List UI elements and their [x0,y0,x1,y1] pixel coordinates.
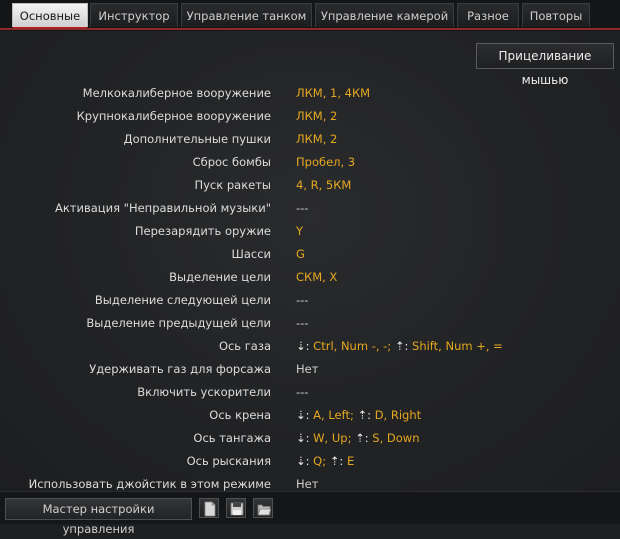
binding-label: Выделение цели [169,270,271,284]
axis-increase-icon: ⇡: [394,339,409,353]
axis-decrease-keys: W, Up; [313,431,352,445]
binding-value[interactable]: --- [296,382,308,402]
tab-replays[interactable]: Повторы [522,3,590,27]
binding-value[interactable]: ЛКМ, 2 [296,106,337,126]
binding-row[interactable]: Активация "Неправильной музыки" --- [0,198,620,218]
binding-value[interactable]: СКМ, X [296,267,337,287]
binding-value[interactable]: Пробел, 3 [296,152,355,172]
axis-decrease-icon: ⇣: [296,431,310,445]
binding-row[interactable]: Ось тангажа ⇣: W, Up; ⇡: S, Down [0,428,620,448]
axis-decrease-keys: A, Left; [313,408,354,422]
open-folder-icon [257,504,271,516]
binding-value[interactable]: Нет [296,359,318,379]
tab-bar: Основные Инструктор Управление танком Уп… [0,0,620,31]
binding-value[interactable]: ЛКМ, 2 [296,129,337,149]
binding-row[interactable]: Выделение следующей цели --- [0,290,620,310]
binding-label: Шасси [231,247,271,261]
binding-label: Ось рыскания [186,454,271,468]
tab-instructor[interactable]: Инструктор [90,3,178,27]
tab-camera-control[interactable]: Управление камерой [315,3,454,27]
save-icon [230,502,244,516]
binding-value[interactable]: Y [296,221,303,241]
binding-value[interactable]: ⇣: Ctrl, Num -, -; ⇡: Shift, Num +, = [296,336,503,356]
binding-value[interactable]: --- [296,290,308,310]
binding-row[interactable]: Шасси G [0,244,620,264]
axis-decrease-keys: Q; [313,454,327,468]
binding-row[interactable]: Мелкокалиберное вооружение ЛКМ, 1, 4КМ [0,83,620,103]
binding-value[interactable]: ⇣: A, Left; ⇡: D, Right [296,405,421,425]
axis-increase-keys: Shift, Num +, = [412,339,503,353]
binding-row[interactable]: Ось газа ⇣: Ctrl, Num -, -; ⇡: Shift, Num… [0,336,620,356]
binding-row[interactable]: Дополнительные пушки ЛКМ, 2 [0,129,620,149]
axis-increase-keys: E [346,454,355,468]
binding-label: Ось крена [209,408,271,422]
binding-label: Мелкокалиберное вооружение [82,86,271,100]
axis-increase-icon: ⇡: [355,431,369,445]
tab-tank-control[interactable]: Управление танком [181,3,312,27]
binding-row[interactable]: Удерживать газ для форсажа Нет [0,359,620,379]
axis-decrease-icon: ⇣: [296,408,310,422]
binding-row[interactable]: Выделение цели СКМ, X [0,267,620,287]
binding-row[interactable]: Крупнокалиберное вооружение ЛКМ, 2 [0,106,620,126]
new-file-icon [204,501,216,517]
control-setup-wizard-button[interactable]: Мастер настройки управления [5,498,192,536]
binding-row[interactable]: Сброс бомбы Пробел, 3 [0,152,620,172]
binding-label: Крупнокалиберное вооружение [76,109,271,123]
binding-label: Перезарядить оружие [134,224,271,238]
axis-decrease-keys: Ctrl, Num -, -; [313,339,392,353]
binding-value[interactable]: 4, R, 5КМ [296,175,351,195]
tab-basic[interactable]: Основные [12,3,88,30]
binding-label: Удерживать газ для форсажа [89,362,271,376]
save-button[interactable] [226,498,246,518]
binding-row[interactable]: Перезарядить оружие Y [0,221,620,241]
binding-value[interactable]: --- [296,198,308,218]
binding-value[interactable]: ⇣: W, Up; ⇡: S, Down [296,428,419,448]
axis-decrease-icon: ⇣: [296,339,310,353]
binding-label: Включить ускорители [137,385,271,399]
binding-value[interactable]: ЛКМ, 1, 4КМ [296,83,370,103]
binding-value[interactable]: G [296,244,305,264]
tab-misc[interactable]: Разное [457,3,519,27]
axis-increase-icon: ⇡: [329,454,344,468]
binding-label: Выделение следующей цели [94,293,271,307]
bottom-bar: Мастер настройки управления [0,491,620,536]
axis-increase-keys: D, Right [374,408,422,422]
binding-label: Ось тангажа [193,431,271,445]
binding-label: Ось газа [218,339,271,353]
open-folder-button[interactable] [253,498,273,518]
new-file-button[interactable] [199,498,219,518]
binding-row[interactable]: Ось крена ⇣: A, Left; ⇡: D, Right [0,405,620,425]
mouse-aim-button[interactable]: Прицеливание мышью [476,43,614,87]
binding-label: Выделение предыдущей цели [86,316,271,330]
binding-label: Дополнительные пушки [123,132,271,146]
binding-row[interactable]: Выделение предыдущей цели --- [0,313,620,333]
binding-label: Сброс бомбы [192,155,271,169]
binding-row[interactable]: Ось рыскания ⇣: Q; ⇡: E [0,451,620,471]
binding-value[interactable]: ⇣: Q; ⇡: E [296,451,354,471]
binding-label: Активация "Неправильной музыки" [54,201,271,215]
binding-value[interactable]: --- [296,313,308,333]
axis-increase-icon: ⇡: [357,408,372,422]
binding-row[interactable]: Пуск ракеты 4, R, 5КМ [0,175,620,195]
axis-increase-keys: S, Down [372,431,420,445]
binding-row[interactable]: Включить ускорители --- [0,382,620,402]
binding-label: Пуск ракеты [194,178,271,192]
axis-decrease-icon: ⇣: [296,454,310,468]
